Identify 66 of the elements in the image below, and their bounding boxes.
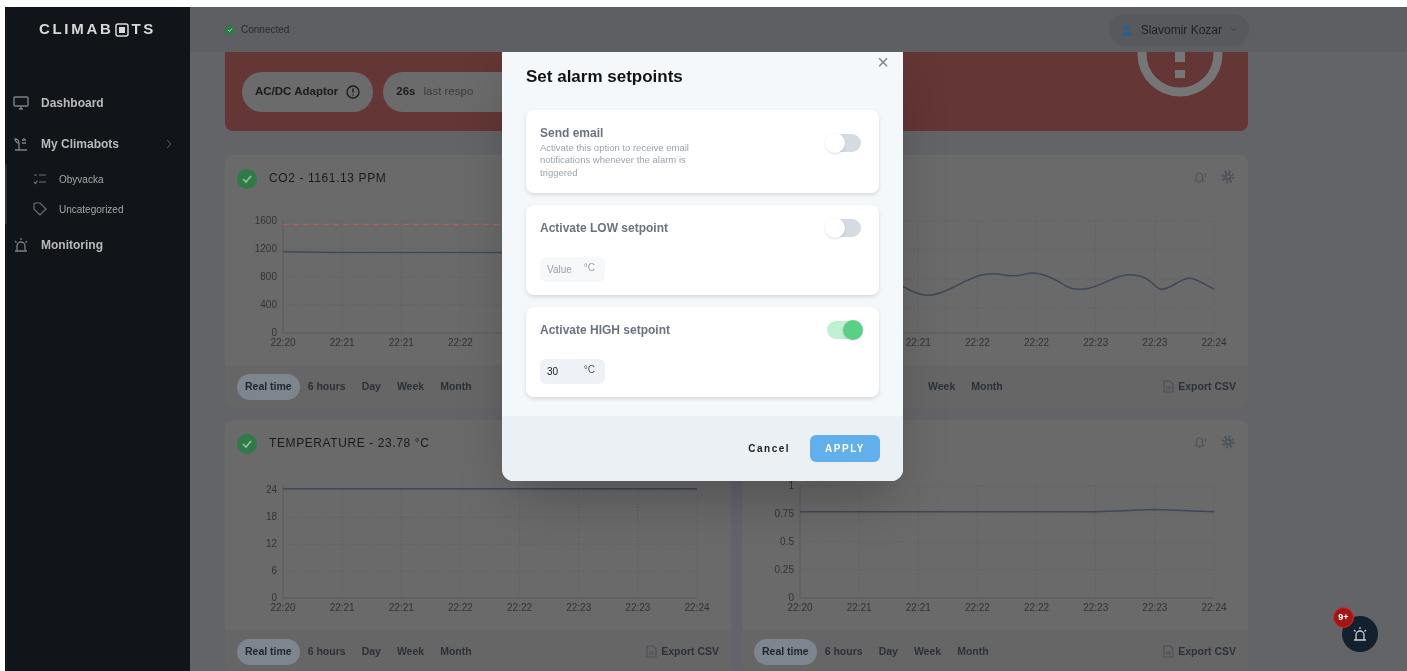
range-tab[interactable]: Week [388,373,433,400]
bell-icon[interactable] [1192,169,1208,185]
range-tab[interactable]: 6 hours [299,638,354,665]
nav-item[interactable]: Dashboard [5,82,190,123]
bell-icon[interactable] [1192,434,1208,450]
monitor-icon [13,95,29,110]
range-tab[interactable]: Week [905,638,950,665]
range-tab[interactable]: Day [870,638,906,665]
chip-icon [115,22,130,37]
file-icon [1163,380,1175,393]
range-tab[interactable]: Week [388,638,433,665]
toggle-switch[interactable] [827,321,861,339]
range-tab[interactable]: Month [963,373,1011,400]
range-tab[interactable]: 6 hours [299,373,354,400]
response-time-value: 26s [396,83,416,99]
logo-text: CLIMAB [38,19,114,40]
settings-icon[interactable] [1220,169,1236,185]
range-tab[interactable]: Month [432,638,480,665]
range-tab[interactable]: Day [353,373,389,400]
range-tab[interactable]: 6 hours [816,638,871,665]
checklist-icon [33,173,47,185]
chevron-down-icon [1230,27,1237,32]
file-icon [646,645,658,658]
export-csv-button[interactable]: Export CSV [1163,643,1236,660]
nav-item[interactable]: Monitoring [5,224,190,265]
unit-label: °C [583,262,595,274]
apply-button[interactable]: APPLY [810,435,880,462]
export-csv-button[interactable]: Export CSV [646,643,719,660]
dialog-title: Set alarm setpoints [526,67,683,86]
toggle-switch[interactable] [827,219,861,237]
check-icon [237,169,257,189]
alert-icon [346,84,361,99]
close-button[interactable]: × [877,52,889,72]
range-tab[interactable]: Real time [237,373,300,400]
siren-icon [13,236,29,253]
check-icon [237,434,257,454]
plant-icon [13,135,29,152]
nav-subitem[interactable]: Obyvacka [7,164,190,194]
settings-icon[interactable] [1220,434,1236,450]
pill-label: AC/DC Adaptor [255,83,339,99]
option-label: Send email [540,124,605,142]
logo-text: TS [131,19,157,40]
card-title: TEMPERATURE - 23.78 °C [269,435,430,452]
file-icon [1163,645,1175,658]
option-label: Activate HIGH setpoint [540,322,672,339]
toggle-switch[interactable] [827,133,861,152]
export-csv-button[interactable]: Export CSV [1163,378,1236,395]
option-description: Activate this option to receive email notifications whenever the alarm is triggered [540,141,690,179]
user-menu[interactable]: Slavomir Kozar [1108,13,1249,46]
option-label: Activate LOW setpoint [540,220,669,237]
card-title: CO2 - 1161.13 PPM [269,170,387,187]
range-tab[interactable]: Month [432,373,480,400]
range-tab[interactable]: Week [920,373,964,400]
nav-subitem[interactable]: Uncategorized [7,194,190,224]
user-icon [1120,23,1133,36]
unit-label: °C [583,364,595,376]
siren-icon [1352,626,1368,642]
range-tab[interactable]: Month [949,638,997,665]
tag-icon [33,202,47,216]
nav-item[interactable]: My Climabots [5,123,190,164]
range-tab[interactable]: Real time [754,638,817,665]
range-tab[interactable]: Real time [237,638,300,665]
range-tab[interactable]: Day [353,638,389,665]
chevron-right-icon [166,138,172,149]
check-icon [225,24,235,35]
cancel-button[interactable]: Cancel [748,441,791,456]
